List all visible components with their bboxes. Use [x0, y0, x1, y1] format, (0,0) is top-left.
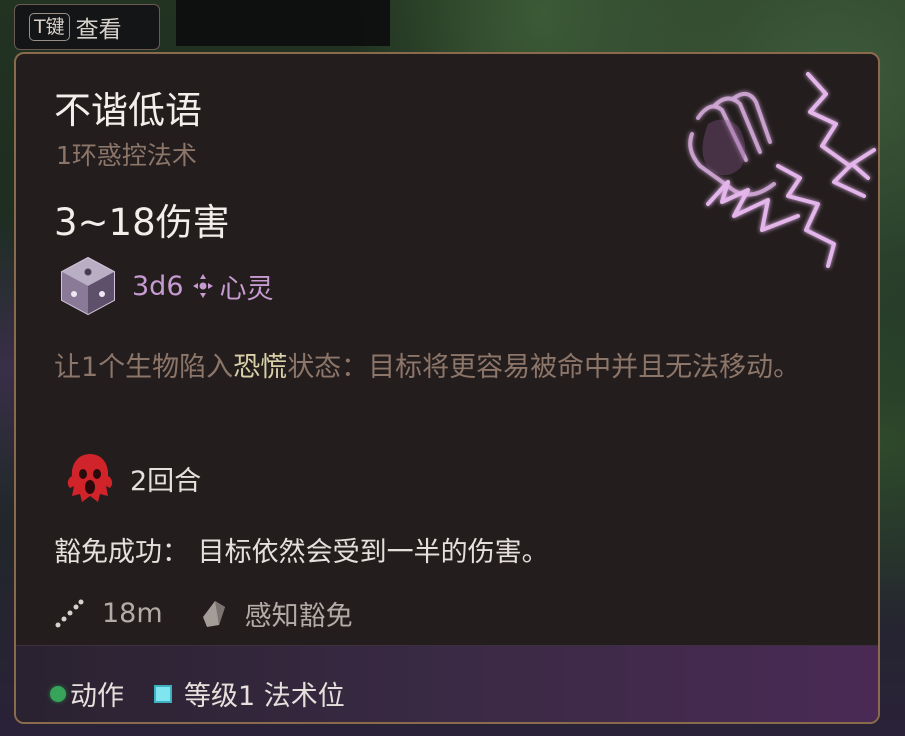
cost-row: 动作 等级1 法术位 — [50, 674, 345, 713]
spell-level-school: 1环惑控法术 — [56, 141, 197, 170]
spell-description: 让1个生物陷入恐慌状态：目标将更容易被命中并且无法移动。 — [54, 346, 854, 389]
description-text-cont: 状态：目标将更容易被命中并且无法移动。 — [287, 352, 801, 383]
frightened-icon — [67, 454, 113, 502]
damage-type-label: 心灵 — [219, 273, 274, 305]
spell-tooltip: 不谐低语 1环惑控法术 3~18伤害 3d6 心灵 让1个生物陷入恐慌状态：目标… — [14, 52, 880, 724]
spell-name: 不谐低语 — [54, 89, 202, 132]
action-dot-icon — [50, 685, 66, 702]
dice-formula: 3d6 — [132, 270, 184, 302]
examine-hint[interactable]: T键 查看 — [14, 4, 160, 50]
spell-meta-row: 18m 感知豁免 — [54, 594, 353, 633]
d6-dice-icon — [61, 256, 115, 316]
psychic-icon — [192, 274, 213, 298]
hand-lightning-icon — [688, 72, 876, 268]
condition-duration: 2回合 — [130, 465, 202, 497]
spell-slot-icon — [154, 684, 172, 703]
description-text: 让1个生物陷入 — [54, 352, 234, 383]
saving-throw-icon — [202, 600, 225, 627]
hotkey-badge: T键 — [29, 13, 70, 41]
spell-slot-label: 等级1 法术位 — [184, 681, 345, 712]
examine-label: 查看 — [75, 17, 122, 43]
action-cost-label: 动作 — [70, 681, 124, 712]
frightened-link[interactable]: 恐慌 — [233, 352, 287, 383]
range-value: 18m — [102, 598, 163, 629]
condition-row: 2回合 — [62, 450, 201, 506]
top-bar-fragment — [176, 0, 390, 46]
save-success-text: 豁免成功： 目标依然会受到一半的伤害。 — [54, 537, 549, 568]
range-icon — [55, 599, 84, 627]
damage-dice-row: 3d6 心灵 — [56, 254, 274, 318]
damage-range: 3~18伤害 — [54, 201, 230, 244]
save-type-label: 感知豁免 — [244, 601, 353, 632]
